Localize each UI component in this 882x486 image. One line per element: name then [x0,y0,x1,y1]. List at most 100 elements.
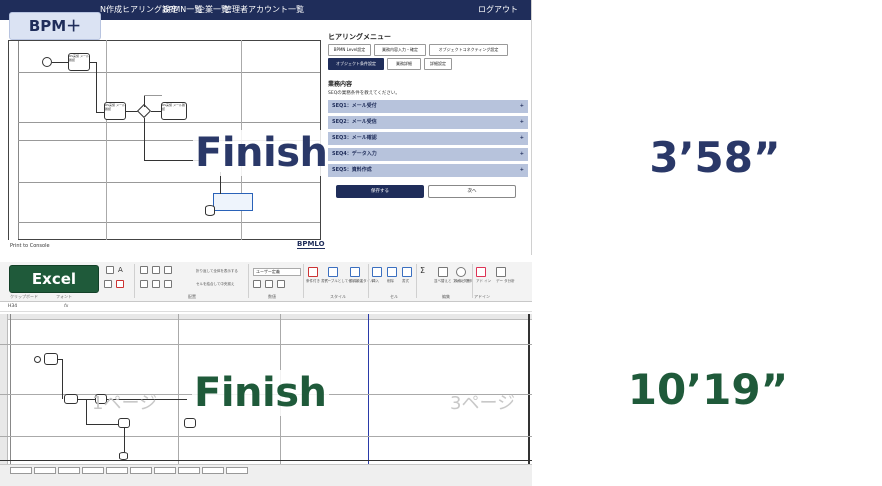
sheet-tab[interactable] [202,467,224,474]
lane-border [18,122,320,123]
annotation-line [144,95,162,96]
expand-plus-icon[interactable]: + [520,116,524,129]
business-detail-button[interactable]: 業務詳細 [387,58,421,70]
sheet-tab[interactable] [58,467,80,474]
seq-row-3[interactable]: SEQ3：メール確認 + [328,132,528,145]
page-3-watermark: 3ページ [450,393,516,414]
business-input-button[interactable]: 業務内容入力・確定 [374,44,426,56]
delete-label[interactable]: 削除 [387,279,394,284]
lane-border [0,344,532,345]
merge-center-label[interactable]: セルを結合して中央揃え [196,282,234,287]
font-color-icon[interactable] [116,280,124,288]
sheet-tab[interactable] [10,467,32,474]
object-condition-button[interactable]: オブジェクト条件設定 [328,58,384,70]
data-analysis-icon[interactable] [496,267,506,277]
save-button[interactable]: 保存する [336,185,424,198]
expand-plus-icon[interactable]: + [520,100,524,113]
sheet-tab[interactable] [82,467,104,474]
task-1[interactable] [44,353,58,365]
sheet-tab[interactable] [178,467,200,474]
format-table-icon[interactable] [328,267,338,277]
wrap-text-label[interactable]: 折り返して全体を表示する [196,269,238,274]
lane-border [106,40,107,240]
conditional-format-icon[interactable] [308,267,318,277]
currency-icon[interactable] [253,280,261,288]
task-5[interactable] [184,418,196,428]
expand-plus-icon[interactable]: + [520,132,524,145]
insert-label[interactable]: 挿入 [372,279,379,284]
start-event[interactable] [42,57,52,67]
formula-bar[interactable]: H34 fx [0,303,532,312]
task-2[interactable] [64,394,78,404]
lane-border [18,182,320,183]
print-to-console-label[interactable]: Print to Console [10,243,50,249]
detail-setting-button[interactable]: 詳細設定 [424,58,452,70]
addin-label[interactable]: アド イン [476,279,491,284]
sheet-tab[interactable] [226,467,248,474]
sort-filter-icon[interactable] [438,267,448,277]
name-box[interactable]: H34 [8,304,17,309]
task-4[interactable] [118,418,130,428]
group-font: フォント [56,294,72,299]
bpmn-level-button[interactable]: BPMN Level設定 [328,44,371,56]
orientation-icon[interactable] [164,266,172,274]
sheet-tab[interactable] [154,467,176,474]
delete-icon[interactable] [387,267,397,277]
bpm-app-screenshot: N作成ヒアリング設定 BPMN一覧 企業一覧 管理者アカウント一覧 ログアウト … [0,0,532,255]
fx-icon[interactable]: fx [64,304,68,309]
align-left-icon[interactable] [140,280,148,288]
seq-row-4[interactable]: SEQ4：データ入力 + [328,148,528,161]
seq-label: SEQ5：資料作成 [332,167,372,173]
sum-icon[interactable]: Σ [420,266,428,275]
seq-row-2[interactable]: SEQ2：メール受信 + [328,116,528,129]
insert-icon[interactable] [372,267,382,277]
task-3[interactable]: RS実施 メール確認 [161,102,187,120]
format-icon[interactable] [402,267,412,277]
ribbon-separator [368,264,369,298]
selected-annotation[interactable] [213,193,253,211]
object-connecting-button[interactable]: オブジェクトコネクティング設定 [429,44,508,56]
fill-color-icon[interactable] [104,280,112,288]
expand-plus-icon[interactable]: + [520,164,524,177]
format-label[interactable]: 書式 [402,279,409,284]
addin-icon[interactable] [476,267,486,277]
font-grow-icon[interactable]: A [118,266,126,274]
align-middle-icon[interactable] [152,266,160,274]
lane-border [0,436,532,437]
sequence-flow [86,399,87,424]
ribbon-separator [472,264,473,298]
sheet-tab[interactable] [106,467,128,474]
data-analysis-label[interactable]: デー タ分析 [496,279,515,284]
search-icon[interactable] [456,267,466,277]
group-style: スタイル [330,294,346,299]
number-format-select[interactable]: ユーザー定義 [253,268,301,276]
data-store[interactable] [205,205,215,216]
align-right-icon[interactable] [164,280,172,288]
cell-style-icon[interactable] [350,267,360,277]
nav-admin-accounts[interactable]: 管理者アカウント一覧 [224,4,304,15]
seq-row-5[interactable]: SEQ5：資料作成 + [328,164,528,177]
font-size-icon[interactable] [106,266,114,274]
bpmlo-logo: BPMLO [297,240,325,249]
work-content-title: 業務内容 [328,81,353,88]
sheet-tab[interactable] [130,467,152,474]
align-top-icon[interactable] [140,266,148,274]
logout-link[interactable]: ログアウト [478,4,518,15]
comma-icon[interactable] [277,280,285,288]
sequence-flow [144,118,145,160]
data-store[interactable] [119,452,128,460]
lane-border [18,222,320,223]
sheet-tab[interactable] [34,467,56,474]
seq-row-1[interactable]: SEQ1：メール受付 + [328,100,528,113]
task-2[interactable]: RS実施 メール確認 [104,102,126,120]
start-event[interactable] [34,356,41,363]
expand-plus-icon[interactable]: + [520,148,524,161]
align-center-icon[interactable] [152,280,160,288]
work-content-desc: SEQの業務条件を教えてください。 [328,91,400,96]
excel-app-screenshot: A 折り返して全体を表示する セルを結合して中央揃え ユーザー定義 条件付き 書… [0,262,532,486]
find-select-label[interactable]: 検索と 選択 [454,279,473,284]
percent-icon[interactable] [265,280,273,288]
next-button[interactable]: 次へ [428,185,516,198]
task-1[interactable]: RS実施 メール確認 [68,53,90,71]
cell-style-label[interactable]: セルの スタイル [348,279,374,284]
